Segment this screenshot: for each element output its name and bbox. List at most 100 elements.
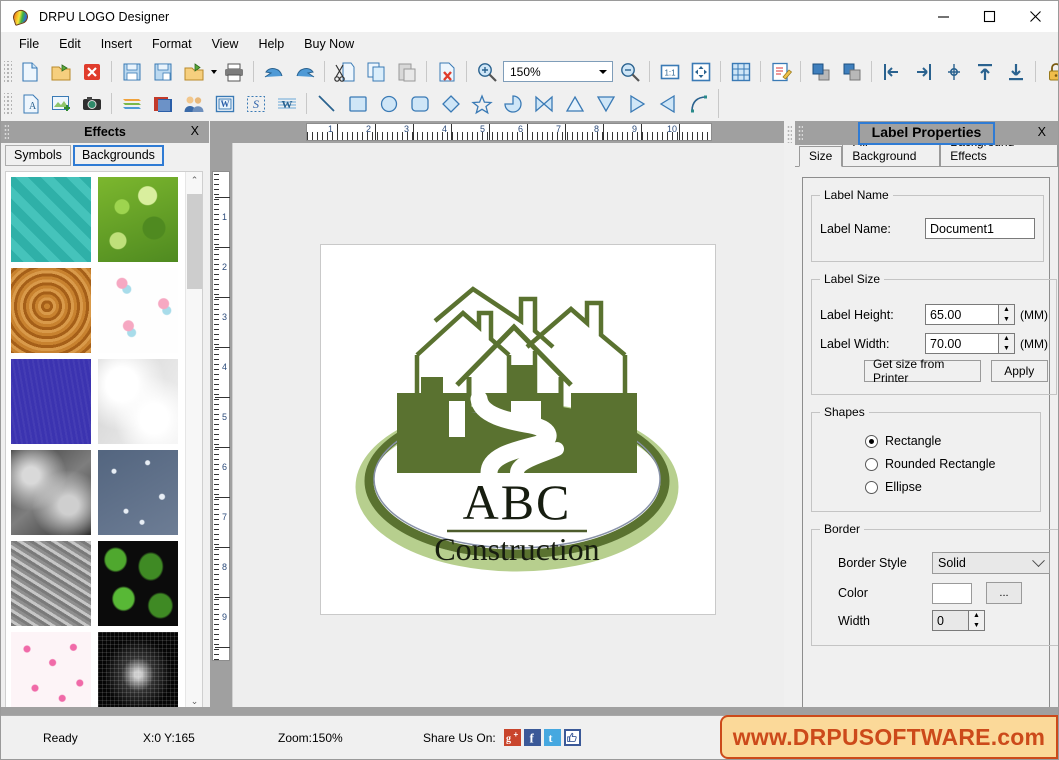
close-document-icon[interactable]	[76, 57, 107, 86]
label-width-spin-arrows[interactable]: ▲ ▼	[998, 333, 1015, 354]
label-height-spin-arrows[interactable]: ▲ ▼	[998, 304, 1015, 325]
spin-down-icon[interactable]: ▼	[969, 621, 984, 631]
diamond-icon[interactable]	[435, 89, 466, 118]
spin-up-icon[interactable]: ▲	[969, 611, 984, 621]
star-icon[interactable]	[466, 89, 497, 118]
fit-page-icon[interactable]	[685, 57, 716, 86]
radio-rectangle-indicator[interactable]	[865, 434, 878, 448]
print-icon[interactable]	[218, 57, 249, 86]
chevron-down-icon[interactable]	[599, 70, 607, 74]
get-size-from-printer-button[interactable]: Get size from Printer	[864, 357, 981, 385]
scroll-up-icon[interactable]: ⌃	[186, 172, 202, 189]
barcode-icon[interactable]	[147, 89, 178, 118]
camera-icon[interactable]	[76, 89, 107, 118]
contacts-icon[interactable]	[178, 89, 209, 118]
abc-construction-logo[interactable]: ABC Construction	[339, 265, 699, 595]
background-thumbnail[interactable]	[11, 359, 91, 444]
triangle-down-icon[interactable]	[590, 89, 621, 118]
close-button[interactable]	[1012, 1, 1058, 32]
menu-buy-now[interactable]: Buy Now	[294, 34, 364, 54]
tab-symbols[interactable]: Symbols	[5, 145, 71, 166]
radio-rectangle[interactable]: Rectangle	[865, 434, 1032, 448]
background-thumbnail[interactable]	[98, 632, 178, 710]
border-width-spin-arrows[interactable]: ▲ ▼	[968, 610, 985, 631]
save-as-icon[interactable]	[147, 57, 178, 86]
insert-image-icon[interactable]	[45, 89, 76, 118]
align-right-icon[interactable]	[907, 57, 938, 86]
label-width-value[interactable]: 70.00	[925, 333, 998, 354]
align-top-icon[interactable]	[969, 57, 1000, 86]
facebook-icon[interactable]: f	[523, 729, 541, 746]
toolbar-grip[interactable]	[4, 60, 12, 83]
border-color-swatch[interactable]	[932, 582, 972, 604]
zoom-in-icon[interactable]	[471, 57, 502, 86]
lock-icon[interactable]	[1040, 57, 1058, 86]
rectangle-icon[interactable]	[342, 89, 373, 118]
spin-up-icon[interactable]: ▲	[999, 305, 1014, 315]
watermark-icon[interactable]: W	[271, 89, 302, 118]
menu-format[interactable]: Format	[142, 34, 202, 54]
menu-file[interactable]: File	[9, 34, 49, 54]
maximize-button[interactable]	[966, 1, 1012, 32]
panel-grip[interactable]	[4, 124, 9, 140]
spin-down-icon[interactable]: ▼	[999, 344, 1014, 354]
minimize-button[interactable]	[920, 1, 966, 32]
right-panel-grip[interactable]	[784, 121, 795, 715]
background-thumbnail[interactable]	[98, 177, 178, 262]
thumbs-up-icon[interactable]	[563, 729, 581, 746]
design-canvas-area[interactable]: ABC Construction	[232, 143, 795, 715]
insert-text-icon[interactable]: A	[14, 89, 45, 118]
backgrounds-scrollbar[interactable]: ⌃ ⌄	[185, 172, 202, 710]
triangle-left-icon[interactable]	[652, 89, 683, 118]
open-folder-icon[interactable]	[45, 57, 76, 86]
pie-icon[interactable]	[497, 89, 528, 118]
spin-up-icon[interactable]: ▲	[999, 334, 1014, 344]
menu-insert[interactable]: Insert	[91, 34, 142, 54]
triangle-right-icon[interactable]	[621, 89, 652, 118]
delete-icon[interactable]	[431, 57, 462, 86]
export-folder-icon[interactable]	[178, 57, 209, 86]
effects-panel-close-icon[interactable]: X	[191, 124, 199, 138]
spin-down-icon[interactable]: ▼	[999, 315, 1014, 325]
label-page[interactable]: ABC Construction	[320, 244, 716, 615]
background-thumbnail[interactable]	[98, 268, 178, 353]
bowtie-icon[interactable]	[528, 89, 559, 118]
undo-icon[interactable]	[258, 57, 289, 86]
redo-icon[interactable]	[289, 57, 320, 86]
save-icon[interactable]	[116, 57, 147, 86]
background-thumbnail[interactable]	[98, 541, 178, 626]
border-color-browse-button[interactable]: ...	[986, 582, 1022, 604]
apply-button[interactable]: Apply	[990, 360, 1048, 382]
send-to-back-icon[interactable]	[836, 57, 867, 86]
word-art-icon[interactable]: W	[209, 89, 240, 118]
align-center-icon[interactable]	[938, 57, 969, 86]
menu-help[interactable]: Help	[248, 34, 294, 54]
grid-icon[interactable]	[725, 57, 756, 86]
copy-icon[interactable]	[360, 57, 391, 86]
background-thumbnail[interactable]	[98, 359, 178, 444]
zoom-level-combobox[interactable]: 150%	[503, 61, 613, 82]
background-thumbnail[interactable]	[11, 541, 91, 626]
background-thumbnail[interactable]	[11, 268, 91, 353]
new-document-icon[interactable]	[14, 57, 45, 86]
radio-ellipse-indicator[interactable]	[865, 480, 878, 494]
menu-edit[interactable]: Edit	[49, 34, 91, 54]
toolbar-grip[interactable]	[4, 92, 12, 115]
align-bottom-icon[interactable]	[1000, 57, 1031, 86]
rounded-rectangle-icon[interactable]	[404, 89, 435, 118]
tab-size[interactable]: Size	[799, 146, 843, 167]
ellipse-icon[interactable]	[373, 89, 404, 118]
twitter-icon[interactable]: t	[543, 729, 561, 746]
label-properties-close-icon[interactable]: X	[1038, 125, 1046, 139]
actual-size-icon[interactable]: 1:1	[654, 57, 685, 86]
export-dropdown-caret-icon[interactable]	[209, 69, 218, 74]
background-thumbnail[interactable]	[98, 450, 178, 535]
radio-ellipse[interactable]: Ellipse	[865, 480, 1032, 494]
background-thumbnail[interactable]	[11, 450, 91, 535]
google-plus-icon[interactable]: g +	[503, 729, 521, 746]
tab-backgrounds[interactable]: Backgrounds	[72, 145, 164, 166]
radio-rounded-rectangle[interactable]: Rounded Rectangle	[865, 457, 1032, 471]
background-thumbnail[interactable]	[11, 632, 91, 710]
border-width-stepper[interactable]: 0 ▲ ▼	[932, 610, 985, 631]
label-width-stepper[interactable]: 70.00 ▲ ▼	[925, 333, 1015, 354]
